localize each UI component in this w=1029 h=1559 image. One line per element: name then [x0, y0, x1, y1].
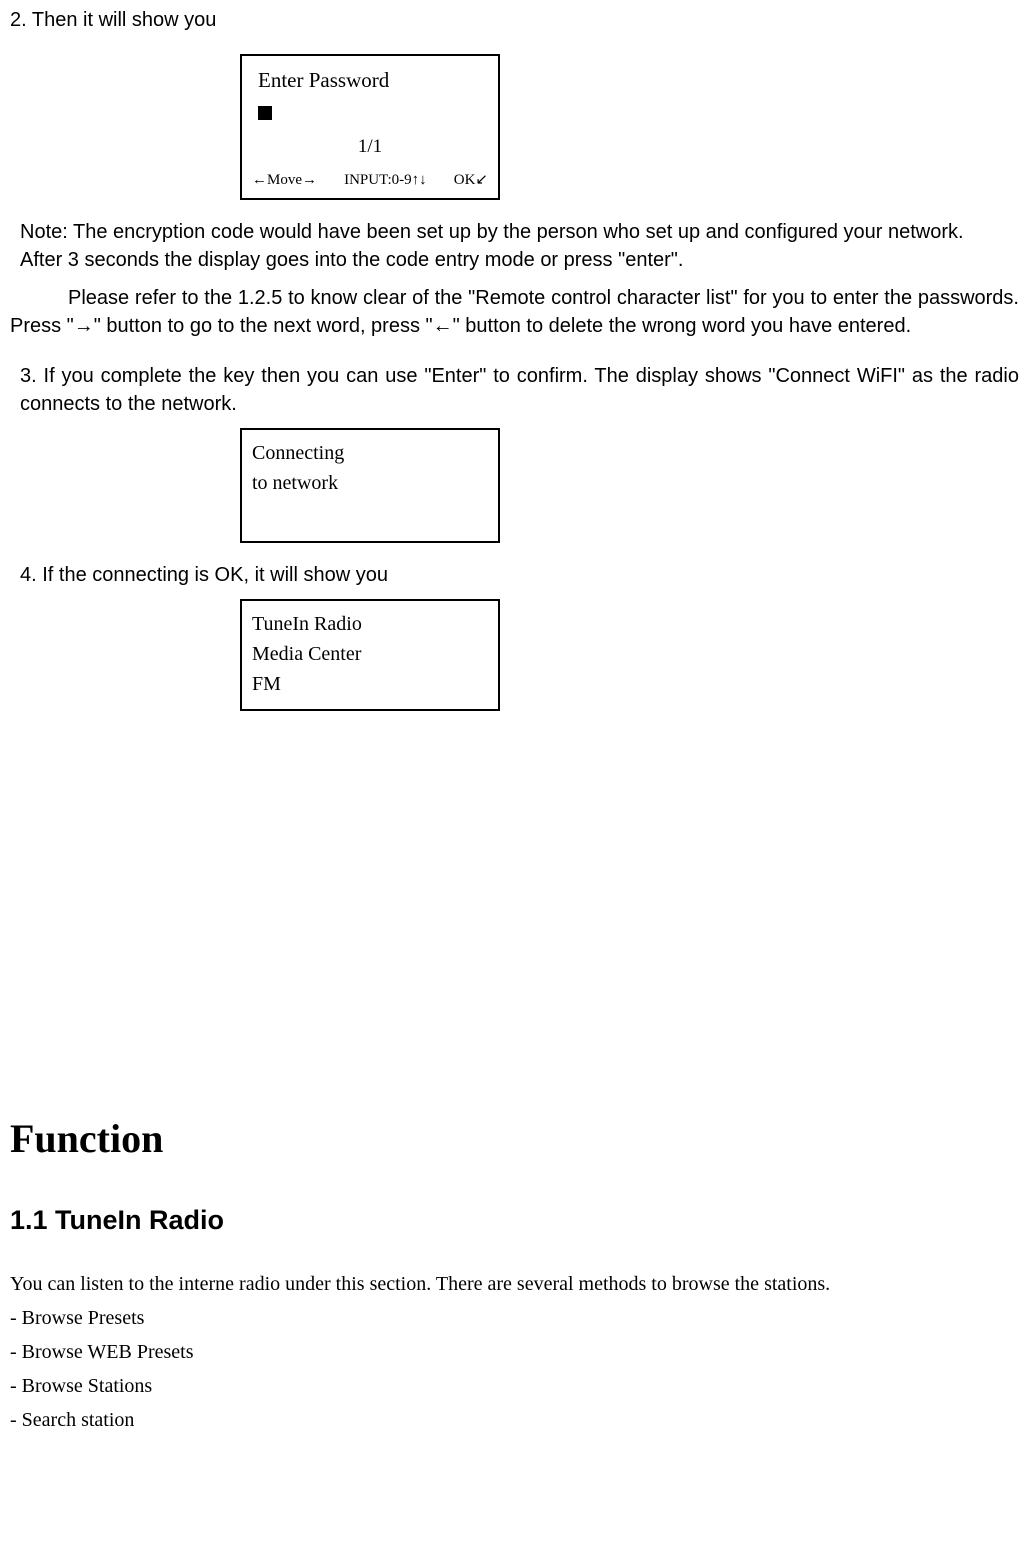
- list-browse-presets: - Browse Presets: [10, 1304, 1019, 1332]
- hint-move: ←Move→: [252, 168, 317, 192]
- password-hints-row: ←Move→ INPUT:0-9↑↓ OK↙: [252, 168, 488, 192]
- hint-input: INPUT:0-9↑↓: [344, 168, 427, 192]
- list-browse-web-presets: - Browse WEB Presets: [10, 1338, 1019, 1366]
- connecting-display: Connecting to network: [240, 428, 500, 543]
- connecting-line2: to network: [252, 468, 488, 498]
- menu-item-tunein: TuneIn Radio: [252, 609, 488, 639]
- hint-ok: OK↙: [454, 168, 488, 192]
- connecting-line1: Connecting: [252, 438, 488, 468]
- menu-display: TuneIn Radio Media Center FM: [240, 599, 500, 711]
- note-block: Note: The encryption code would have bee…: [20, 218, 1019, 274]
- note-line1: Note: The encryption code would have bee…: [20, 218, 1019, 246]
- menu-item-fm: FM: [252, 669, 488, 699]
- tunein-subheading: 1.1 TuneIn Radio: [10, 1202, 1019, 1240]
- step3-text: 3. If you complete the key then you can …: [20, 362, 1019, 418]
- tunein-section: You can listen to the interne radio unde…: [10, 1270, 1019, 1434]
- password-title: Enter Password: [258, 64, 488, 98]
- password-count: 1/1: [252, 132, 488, 162]
- menu-item-media-center: Media Center: [252, 639, 488, 669]
- note-line2: After 3 seconds the display goes into th…: [20, 246, 1019, 274]
- instruction-text: Please refer to the 1.2.5 to know clear …: [10, 287, 1019, 337]
- tunein-description: You can listen to the interne radio unde…: [10, 1270, 1019, 1298]
- password-cursor-icon: [258, 106, 272, 120]
- instruction-paragraph: Please refer to the 1.2.5 to know clear …: [10, 284, 1019, 340]
- list-browse-stations: - Browse Stations: [10, 1372, 1019, 1400]
- function-heading: Function: [10, 1111, 1019, 1167]
- password-entry-display: Enter Password 1/1 ←Move→ INPUT:0-9↑↓ OK…: [240, 54, 500, 200]
- list-search-station: - Search station: [10, 1406, 1019, 1434]
- step4-text: 4. If the connecting is OK, it will show…: [20, 561, 1019, 589]
- step2-intro: 2. Then it will show you: [10, 6, 1019, 34]
